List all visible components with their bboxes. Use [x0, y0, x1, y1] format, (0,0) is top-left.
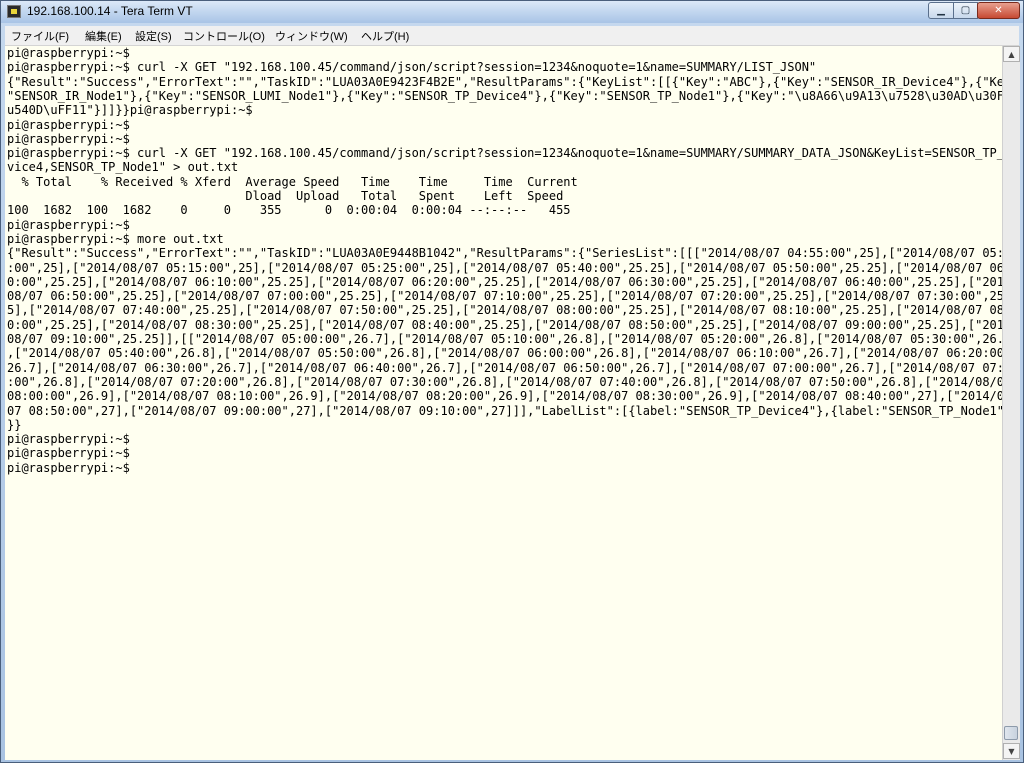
terminal-line: pi@raspberrypi:~$ curl -X GET "192.168.1…	[7, 146, 1002, 161]
scrollbar-thumb[interactable]	[1004, 726, 1018, 740]
terminal-line: pi@raspberrypi:~$	[7, 460, 130, 475]
title-bar[interactable]: 192.168.100.14 - Tera Term VT ▁ ▢ ✕	[1, 1, 1023, 23]
terminal-line: 08:00:00",26.9],["2014/08/07 08:10:00",2…	[7, 389, 1002, 404]
terminal-line: {"Result":"Success","ErrorText":"","Task…	[7, 74, 1002, 89]
terminal-line: :00",25],["2014/08/07 05:15:00",25],["20…	[7, 260, 1002, 275]
chevron-up-icon: ▲	[1008, 49, 1015, 59]
terminal-line: pi@raspberrypi:~$	[7, 117, 130, 132]
terminal-line: 100 1682 100 1682 0 0 355 0 0:00:04 0:00…	[7, 203, 571, 218]
maximize-icon: ▢	[960, 5, 971, 16]
menu-help[interactable]: ヘルプ(H)	[361, 28, 409, 44]
menu-bar: ファイル(F) 編集(E) 設定(S) コントロール(O) ウィンドウ(W) ヘ…	[5, 26, 1019, 46]
terminal-line: pi@raspberrypi:~$	[7, 446, 130, 461]
terminal-line: {"Result":"Success","ErrorText":"","Task…	[7, 246, 1002, 261]
terminal-line: pi@raspberrypi:~$ curl -X GET "192.168.1…	[7, 60, 817, 75]
terminal-line: pi@raspberrypi:~$	[7, 46, 130, 60]
menu-control[interactable]: コントロール(O)	[183, 28, 265, 44]
terminal-line: 26.7],["2014/08/07 06:30:00",26.7],["201…	[7, 360, 1002, 375]
terminal-line: :00",26.8],["2014/08/07 07:20:00",26.8],…	[7, 374, 1002, 389]
chevron-down-icon: ▼	[1008, 746, 1015, 756]
terminal-line: 08/07 06:50:00",25.25],["2014/08/07 07:0…	[7, 289, 1002, 304]
terminal-line: 0:00",25.25],["2014/08/07 08:30:00",25.2…	[7, 317, 1002, 332]
terminal-line: 08/07 09:10:00",25.25]],[["2014/08/07 05…	[7, 332, 1002, 346]
teraterm-app-icon[interactable]	[7, 5, 21, 18]
terminal-window: 192.168.100.14 - Tera Term VT ▁ ▢ ✕ ファイル…	[0, 0, 1024, 763]
menu-file[interactable]: ファイル(F)	[11, 28, 69, 44]
terminal-line: pi@raspberrypi:~$	[7, 131, 130, 146]
minimize-icon: ▁	[937, 5, 945, 16]
terminal-line: % Total % Received % Xferd Average Speed…	[7, 174, 578, 189]
terminal-line: pi@raspberrypi:~$	[7, 432, 130, 447]
vertical-scrollbar[interactable]: ▲ ▼	[1002, 46, 1020, 760]
terminal-line: 5],["2014/08/07 07:40:00",25.25],["2014/…	[7, 303, 1002, 318]
terminal-line: ,["2014/08/07 05:40:00",26.8],["2014/08/…	[7, 346, 1002, 361]
menu-settings[interactable]: 設定(S)	[135, 28, 172, 44]
maximize-button[interactable]: ▢	[953, 2, 978, 19]
terminal-line: }}	[7, 417, 22, 432]
minimize-button[interactable]: ▁	[928, 2, 954, 19]
terminal-line: 0:00",25.25],["2014/08/07 06:10:00",25.2…	[7, 274, 1002, 289]
scroll-up-button[interactable]: ▲	[1003, 46, 1020, 62]
window-title: 192.168.100.14 - Tera Term VT	[27, 4, 193, 18]
terminal-line: Dload Upload Total Spent Left Speed	[7, 189, 564, 203]
menu-edit[interactable]: 編集(E)	[85, 28, 122, 44]
terminal-line: pi@raspberrypi:~$ more out.txt	[7, 231, 224, 246]
terminal-line: u540D\uFF11"}]]}}pi@raspberrypi:~$	[7, 103, 253, 118]
terminal-screen[interactable]: pi@raspberrypi:~$ pi@raspberrypi:~$ curl …	[5, 46, 1002, 760]
close-button[interactable]: ✕	[977, 2, 1020, 19]
terminal-line: pi@raspberrypi:~$	[7, 217, 130, 232]
terminal-line: 07 08:50:00",27],["2014/08/07 09:00:00",…	[7, 403, 1002, 418]
close-icon: ✕	[994, 5, 1003, 16]
terminal-line: vice4,SENSOR_TP_Node1" > out.txt	[7, 160, 239, 175]
scroll-down-button[interactable]: ▼	[1003, 743, 1020, 759]
menu-window[interactable]: ウィンドウ(W)	[275, 28, 348, 44]
terminal-line: "SENSOR_IR_Node1"},{"Key":"SENSOR_LUMI_N…	[7, 88, 1002, 103]
